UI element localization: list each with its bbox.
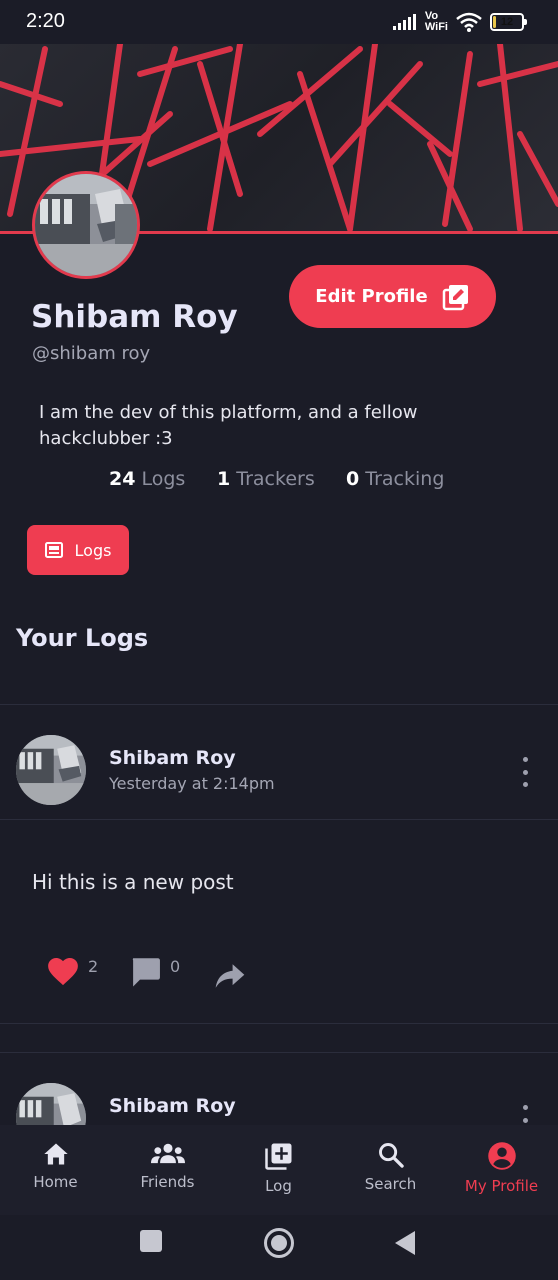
avatar-train-image (16, 735, 86, 805)
stat-tracking[interactable]: 0 Tracking (346, 468, 444, 490)
vowifi-icon: Vo WiFi (424, 10, 448, 33)
back-icon[interactable] (394, 1230, 416, 1256)
more-options-icon[interactable] (515, 757, 535, 787)
avatar-train-image (35, 174, 137, 276)
nav-friends[interactable]: Friends (112, 1125, 223, 1215)
like-count: 2 (88, 957, 99, 976)
nav-log-label: Log (265, 1177, 292, 1195)
post-divider (0, 819, 558, 820)
post-actions: 2 0 (0, 955, 558, 995)
post-body: Hi this is a new post (32, 870, 234, 894)
comment-count: 0 (170, 957, 181, 976)
edit-profile-button[interactable]: Edit Profile (289, 265, 496, 328)
logs-tab-button[interactable]: Logs (27, 525, 129, 575)
nav-friends-label: Friends (140, 1173, 195, 1191)
add-box-icon (264, 1143, 291, 1170)
nav-home[interactable]: Home (0, 1125, 111, 1215)
system-navigation-bar (0, 1215, 558, 1280)
battery-icon: 12 (490, 13, 527, 31)
recent-apps-icon[interactable] (139, 1229, 163, 1253)
stat-trackers-count: 1 (217, 468, 231, 490)
search-icon (378, 1143, 404, 1168)
heart-icon (48, 957, 78, 986)
stat-trackers[interactable]: 1 Trackers (217, 468, 315, 490)
comment-button[interactable]: 0 (129, 955, 180, 989)
bottom-nav: Home Friends Log Search My Profile (0, 1125, 558, 1215)
like-button[interactable]: 2 (46, 955, 98, 987)
nav-home-label: Home (33, 1173, 78, 1191)
nav-my-profile[interactable]: My Profile (446, 1125, 557, 1215)
nav-log[interactable]: Log (223, 1125, 334, 1215)
account-circle-icon (487, 1142, 516, 1170)
battery-text: 12 (500, 16, 514, 28)
section-title: Your Logs (16, 624, 149, 652)
post-time: Yesterday at 2:14pm (109, 774, 275, 793)
post-card: Shibam Roy (0, 1052, 558, 1153)
edit-profile-label: Edit Profile (315, 286, 428, 307)
post-card: Shibam Roy Yesterday at 2:14pm Hi this i… (0, 704, 558, 1024)
profile-stats: 24 Logs 1 Trackers 0 Tracking (0, 468, 558, 494)
stat-logs-count: 24 (109, 468, 136, 490)
stat-trackers-label: Trackers (236, 468, 315, 490)
stat-logs[interactable]: 24 Logs (109, 468, 185, 490)
status-bar: 2:20 Vo WiFi 12 (0, 0, 558, 44)
share-icon (215, 964, 245, 988)
profile-avatar[interactable] (32, 171, 140, 279)
nav-search[interactable]: Search (335, 1125, 446, 1215)
status-time: 2:20 (26, 10, 65, 32)
share-button[interactable] (214, 963, 246, 989)
post-author-name[interactable]: Shibam Roy (109, 1095, 236, 1117)
post-author-avatar[interactable] (16, 735, 86, 805)
comment-icon (132, 958, 160, 987)
stat-tracking-count: 0 (346, 468, 360, 490)
wifi-icon (456, 12, 482, 32)
stat-tracking-label: Tracking (365, 468, 445, 490)
post-author-name[interactable]: Shibam Roy (109, 747, 236, 769)
home-icon (43, 1143, 68, 1165)
home-button-icon[interactable] (263, 1227, 295, 1259)
profile-name: Shibam Roy (31, 299, 238, 335)
battery-level (493, 16, 496, 28)
status-icons: Vo WiFi 12 (392, 9, 527, 35)
profile-handle: @shibam roy (32, 343, 151, 364)
signal-icon (392, 14, 416, 30)
stat-logs-label: Logs (141, 468, 186, 490)
friends-icon (150, 1143, 185, 1164)
nav-search-label: Search (364, 1175, 417, 1193)
nav-my-profile-label: My Profile (464, 1177, 539, 1195)
logs-icon (44, 542, 63, 558)
profile-bio: I am the dev of this platform, and a fel… (39, 402, 418, 449)
logs-tab-label: Logs (74, 540, 112, 560)
edit-note-icon (442, 284, 468, 310)
